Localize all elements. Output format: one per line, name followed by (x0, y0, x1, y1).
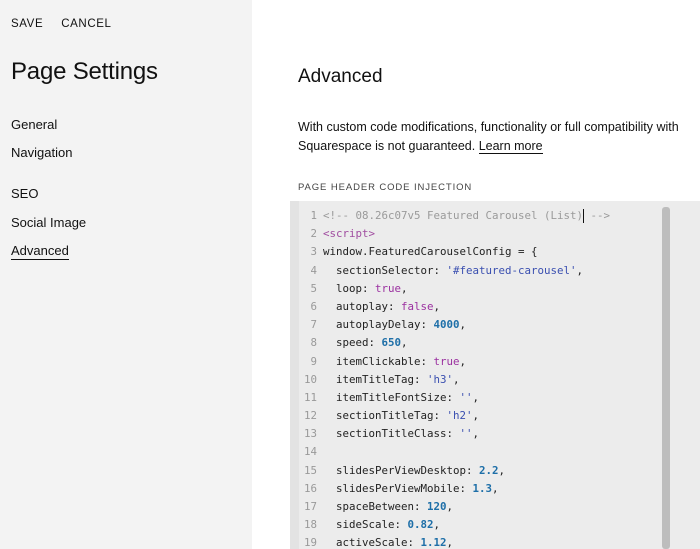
code-line[interactable]: 12 sectionTitleTag: 'h2', (290, 407, 610, 425)
sidebar-title: Page Settings (11, 58, 158, 85)
code-lines[interactable]: 1 <!-- 08.26c07v5 Featured Carousel (List… (290, 207, 610, 549)
code-text[interactable]: slidesPerViewDesktop: 2.2, (323, 462, 505, 480)
top-actions: SAVE CANCEL (11, 18, 112, 30)
line-number: 3 (310, 245, 317, 259)
code-editor[interactable]: 1 <!-- 08.26c07v5 Featured Carousel (List… (290, 201, 700, 549)
code-line[interactable]: 6 autoplay: false, (290, 298, 610, 316)
code-text[interactable]: sectionTitleTag: 'h2', (323, 407, 479, 425)
code-text[interactable]: autoplay: false, (323, 298, 440, 316)
code-line[interactable]: 13 sectionTitleClass: '', (290, 425, 610, 443)
code-text[interactable]: window.FeaturedCarouselConfig = { (323, 243, 538, 261)
code-text[interactable]: slidesPerViewMobile: 1.3, (323, 480, 499, 498)
code-line[interactable]: 19 activeScale: 1.12, (290, 534, 610, 549)
code-text[interactable]: itemClickable: true, (323, 353, 466, 371)
code-line[interactable]: 11 itemTitleFontSize: '', (290, 389, 610, 407)
code-line[interactable]: 9 itemClickable: true, (290, 353, 610, 371)
code-line[interactable]: 5 loop: true, (290, 280, 610, 298)
line-number: 15 (303, 463, 317, 477)
editor-scrollbar[interactable] (662, 207, 670, 549)
cancel-button[interactable]: CANCEL (61, 18, 111, 30)
code-text[interactable]: autoplayDelay: 4000, (323, 316, 466, 334)
sidebar-item-seo[interactable]: SEO (11, 186, 38, 201)
code-text[interactable]: sectionTitleClass: '', (323, 425, 479, 443)
save-button[interactable]: SAVE (11, 18, 43, 30)
code-line[interactable]: 2 <script> (290, 225, 610, 243)
line-number: 11 (303, 390, 317, 404)
learn-more-link[interactable]: Learn more (478, 139, 543, 154)
line-number: 6 (310, 299, 317, 313)
code-line[interactable]: 15 slidesPerViewDesktop: 2.2, (290, 462, 610, 480)
line-number: 9 (310, 354, 317, 368)
code-text[interactable]: itemTitleFontSize: '', (323, 389, 479, 407)
code-line[interactable]: 1 <!-- 08.26c07v5 Featured Carousel (List… (290, 207, 610, 225)
sidebar-item-navigation[interactable]: Navigation (11, 145, 72, 160)
description-line-1: With custom code modifications, function… (298, 120, 679, 134)
code-text[interactable]: loop: true, (323, 280, 408, 298)
line-number: 1 (310, 209, 317, 222)
line-number: 13 (303, 427, 317, 441)
line-number: 10 (303, 372, 317, 386)
sidebar-item-advanced[interactable]: Advanced (11, 243, 69, 260)
code-text[interactable]: <script> (323, 225, 375, 243)
main-panel: Advanced With custom code modifications,… (252, 0, 700, 549)
line-number: 16 (303, 481, 317, 495)
sidebar-item-general[interactable]: General (11, 117, 57, 132)
code-text[interactable]: sideScale: 0.82, (323, 516, 440, 534)
line-number: 4 (310, 263, 317, 277)
code-text[interactable]: itemTitleTag: 'h3', (323, 371, 460, 389)
code-line[interactable]: 16 slidesPerViewMobile: 1.3, (290, 480, 610, 498)
code-line[interactable]: 8 speed: 650, (290, 334, 610, 352)
line-number: 5 (310, 281, 317, 295)
description-line-2: Squarespace is not guaranteed. Learn mor… (298, 137, 700, 156)
settings-sidebar: SAVE CANCEL Page Settings General Naviga… (0, 0, 252, 549)
line-number: 18 (303, 518, 317, 532)
code-text[interactable]: <!-- 08.26c07v5 Featured Carousel (List)… (323, 207, 610, 225)
line-number: 2 (310, 227, 317, 241)
code-line[interactable]: 18 sideScale: 0.82, (290, 516, 610, 534)
code-line[interactable]: 14 (290, 443, 610, 461)
code-line[interactable]: 3 window.FeaturedCarouselConfig = { (290, 243, 610, 261)
line-number: 8 (310, 336, 317, 350)
line-number: 19 (303, 536, 317, 549)
description-line-2-text: Squarespace is not guaranteed. (298, 139, 476, 153)
line-number: 14 (303, 445, 317, 459)
code-line[interactable]: 17 spaceBetween: 120, (290, 498, 610, 516)
code-text[interactable]: sectionSelector: '#featured-carousel', (323, 262, 583, 280)
line-number: 17 (303, 500, 317, 513)
code-text[interactable]: spaceBetween: 120, (323, 498, 453, 516)
code-text[interactable]: activeScale: 1.12, (323, 534, 453, 549)
code-line[interactable]: 7 autoplayDelay: 4000, (290, 316, 610, 334)
section-label: PAGE HEADER CODE INJECTION (298, 182, 473, 193)
line-number: 12 (303, 409, 317, 423)
line-number: 7 (310, 318, 317, 332)
code-line[interactable]: 4 sectionSelector: '#featured-carousel', (290, 262, 610, 280)
code-line[interactable]: 10 itemTitleTag: 'h3', (290, 371, 610, 389)
page-title: Advanced (298, 66, 383, 87)
sidebar-item-social-image[interactable]: Social Image (11, 215, 86, 230)
code-text[interactable]: speed: 650, (323, 334, 408, 352)
description: With custom code modifications, function… (298, 118, 700, 156)
